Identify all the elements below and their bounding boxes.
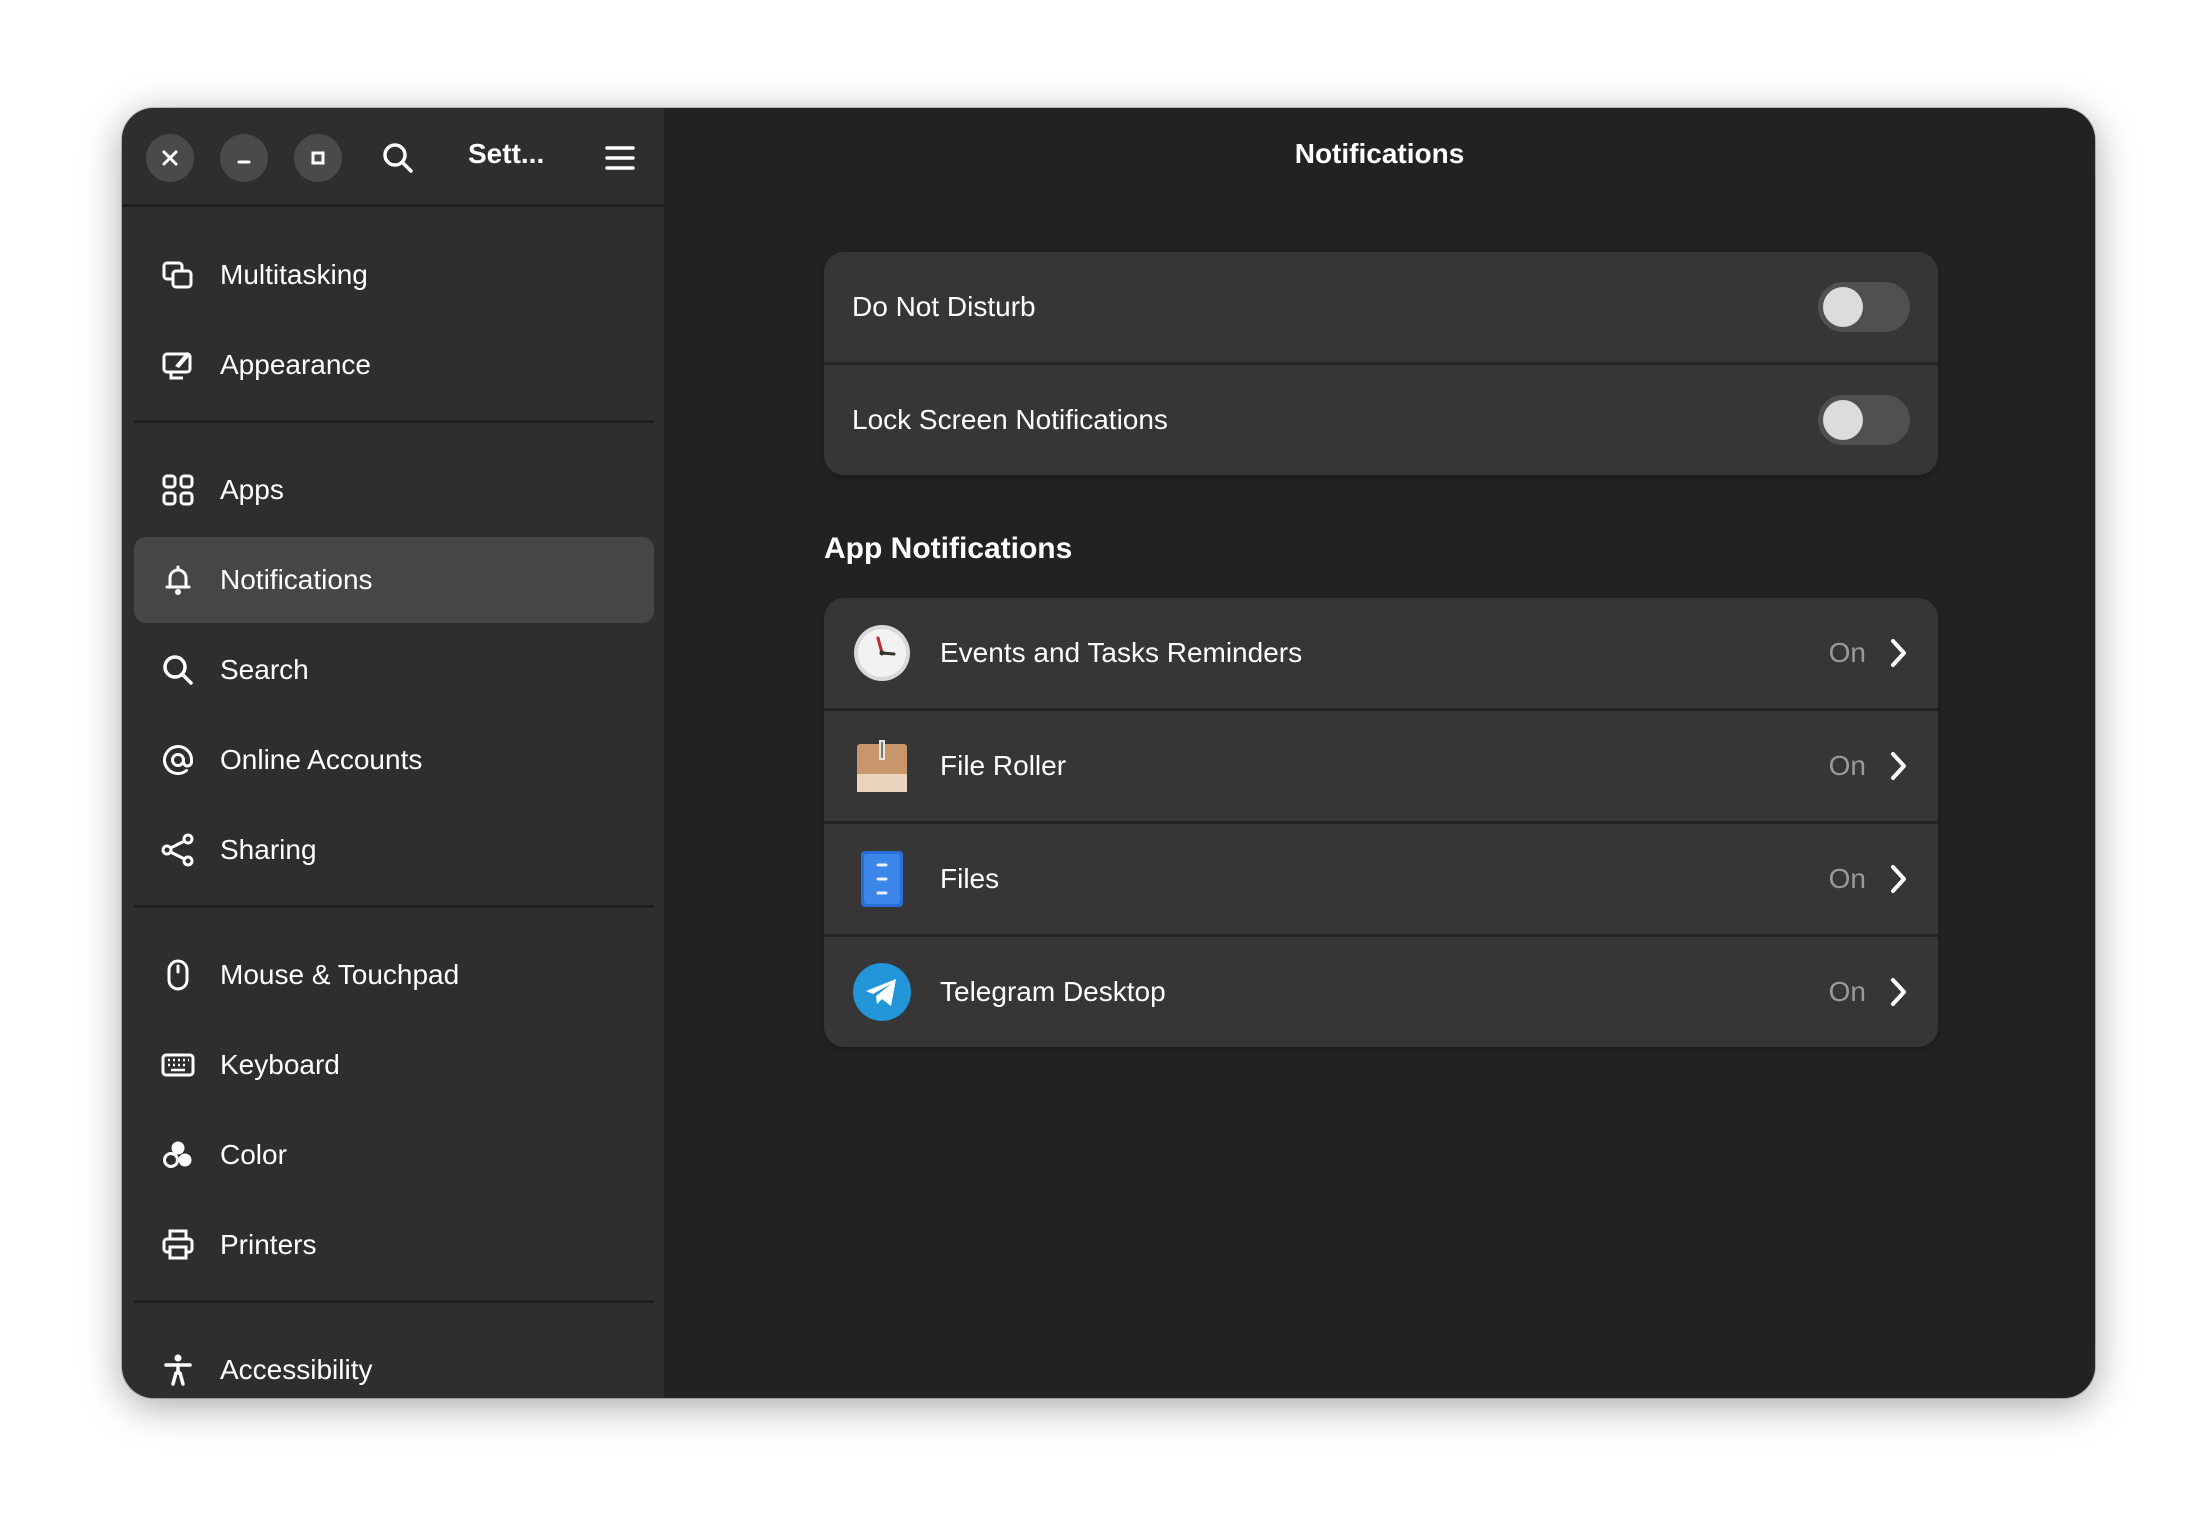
minimize-button[interactable] bbox=[220, 134, 268, 182]
do-not-disturb-toggle[interactable] bbox=[1818, 282, 1910, 332]
do-not-disturb-label: Do Not Disturb bbox=[852, 291, 1036, 322]
accessibility-icon bbox=[160, 1352, 196, 1388]
appearance-icon bbox=[160, 347, 196, 383]
printer-icon bbox=[160, 1227, 196, 1263]
sidebar-item-mouse-touchpad[interactable]: Mouse & Touchpad bbox=[134, 932, 654, 1018]
settings-window: Sett... Multitasking Appearance Apps Not… bbox=[122, 108, 2095, 1398]
sidebar-item-sharing[interactable]: Sharing bbox=[134, 807, 654, 893]
bell-icon bbox=[160, 562, 196, 598]
app-status: On bbox=[1828, 863, 1866, 894]
content-pane: Notifications Do Not Disturb Lock Screen… bbox=[664, 108, 2095, 1398]
chevron-right-icon bbox=[1891, 639, 1906, 667]
sidebar-separator bbox=[134, 905, 654, 908]
app-status: On bbox=[1828, 637, 1866, 668]
clock-icon bbox=[854, 625, 910, 681]
general-settings-card: Do Not Disturb Lock Screen Notifications bbox=[824, 252, 1938, 475]
close-button[interactable] bbox=[146, 134, 194, 182]
app-status: On bbox=[1828, 750, 1866, 781]
do-not-disturb-row[interactable]: Do Not Disturb bbox=[824, 252, 1938, 365]
mouse-icon bbox=[160, 957, 196, 993]
sidebar-item-accessibility[interactable]: Accessibility bbox=[134, 1327, 654, 1398]
chevron-right-icon bbox=[1891, 752, 1906, 780]
sidebar-separator bbox=[134, 1300, 654, 1303]
minimize-icon bbox=[237, 160, 251, 164]
app-row-file-roller[interactable]: File Roller On bbox=[824, 711, 1938, 824]
sidebar-item-label: Search bbox=[220, 654, 309, 685]
sidebar-item-label: Multitasking bbox=[220, 259, 368, 290]
app-name: File Roller bbox=[940, 750, 1067, 781]
app-row-events-and-tasks-reminders[interactable]: Events and Tasks Reminders On bbox=[824, 598, 1938, 711]
lock-screen-notifications-toggle[interactable] bbox=[1818, 395, 1910, 445]
search-icon bbox=[383, 143, 413, 173]
sidebar-item-label: Appearance bbox=[220, 349, 372, 380]
sidebar-item-keyboard[interactable]: Keyboard bbox=[134, 1022, 654, 1108]
share-icon bbox=[160, 832, 196, 868]
app-row-files[interactable]: Files On bbox=[824, 824, 1938, 937]
main-menu-button[interactable] bbox=[600, 138, 640, 178]
app-name: Telegram Desktop bbox=[940, 976, 1166, 1007]
archive-icon bbox=[857, 740, 907, 792]
sidebar-item-label: Apps bbox=[220, 474, 284, 505]
sidebar-nav: Multitasking Appearance Apps Notificatio… bbox=[134, 232, 654, 1398]
sidebar-item-multitasking[interactable]: Multitasking bbox=[134, 232, 654, 318]
files-icon bbox=[861, 851, 903, 907]
apps-icon bbox=[160, 472, 196, 508]
multitasking-icon bbox=[160, 257, 196, 293]
app-row-telegram-desktop[interactable]: Telegram Desktop On bbox=[824, 937, 1938, 1047]
sidebar-item-label: Color bbox=[220, 1139, 287, 1170]
chevron-right-icon bbox=[1891, 865, 1906, 893]
sidebar-item-color[interactable]: Color bbox=[134, 1112, 654, 1198]
app-notifications-heading: App Notifications bbox=[824, 532, 1073, 565]
toggle-knob bbox=[1823, 287, 1863, 327]
lock-screen-notifications-row[interactable]: Lock Screen Notifications bbox=[824, 365, 1938, 475]
toggle-knob bbox=[1823, 400, 1863, 440]
app-name: Events and Tasks Reminders bbox=[940, 637, 1303, 668]
sidebar-item-label: Printers bbox=[220, 1229, 317, 1260]
close-icon bbox=[162, 150, 178, 166]
sidebar-item-appearance[interactable]: Appearance bbox=[134, 322, 654, 408]
sidebar-item-notifications[interactable]: Notifications bbox=[134, 537, 654, 623]
lock-screen-notifications-label: Lock Screen Notifications bbox=[852, 404, 1168, 435]
maximize-icon bbox=[311, 151, 325, 165]
page-title: Notifications bbox=[1294, 138, 1465, 169]
app-notifications-card: Events and Tasks Reminders On File Rolle… bbox=[824, 598, 1938, 1047]
sidebar-item-apps[interactable]: Apps bbox=[134, 447, 654, 533]
sidebar-item-label: Online Accounts bbox=[220, 744, 423, 775]
sidebar-item-online-accounts[interactable]: Online Accounts bbox=[134, 717, 654, 803]
telegram-icon bbox=[853, 963, 911, 1021]
sidebar-header: Sett... bbox=[122, 108, 664, 207]
app-status: On bbox=[1828, 976, 1866, 1007]
sidebar-item-search[interactable]: Search bbox=[134, 627, 654, 713]
search-button[interactable] bbox=[376, 136, 420, 180]
sidebar-item-label: Sharing bbox=[220, 834, 317, 865]
app-name: Files bbox=[940, 863, 1000, 894]
sidebar-item-label: Notifications bbox=[220, 564, 373, 595]
sidebar-item-label: Mouse & Touchpad bbox=[220, 959, 460, 990]
keyboard-icon bbox=[160, 1047, 196, 1083]
maximize-button[interactable] bbox=[294, 134, 342, 182]
sidebar-separator bbox=[134, 420, 654, 423]
chevron-right-icon bbox=[1891, 978, 1906, 1006]
at-icon bbox=[160, 742, 196, 778]
color-icon bbox=[160, 1137, 196, 1173]
menu-icon bbox=[605, 146, 635, 170]
app-title: Sett... bbox=[468, 138, 545, 169]
search-icon bbox=[160, 652, 196, 688]
sidebar-item-printers[interactable]: Printers bbox=[134, 1202, 654, 1288]
sidebar-item-label: Keyboard bbox=[220, 1049, 340, 1080]
sidebar: Sett... Multitasking Appearance Apps Not… bbox=[122, 108, 664, 1398]
sidebar-item-label: Accessibility bbox=[220, 1354, 373, 1385]
